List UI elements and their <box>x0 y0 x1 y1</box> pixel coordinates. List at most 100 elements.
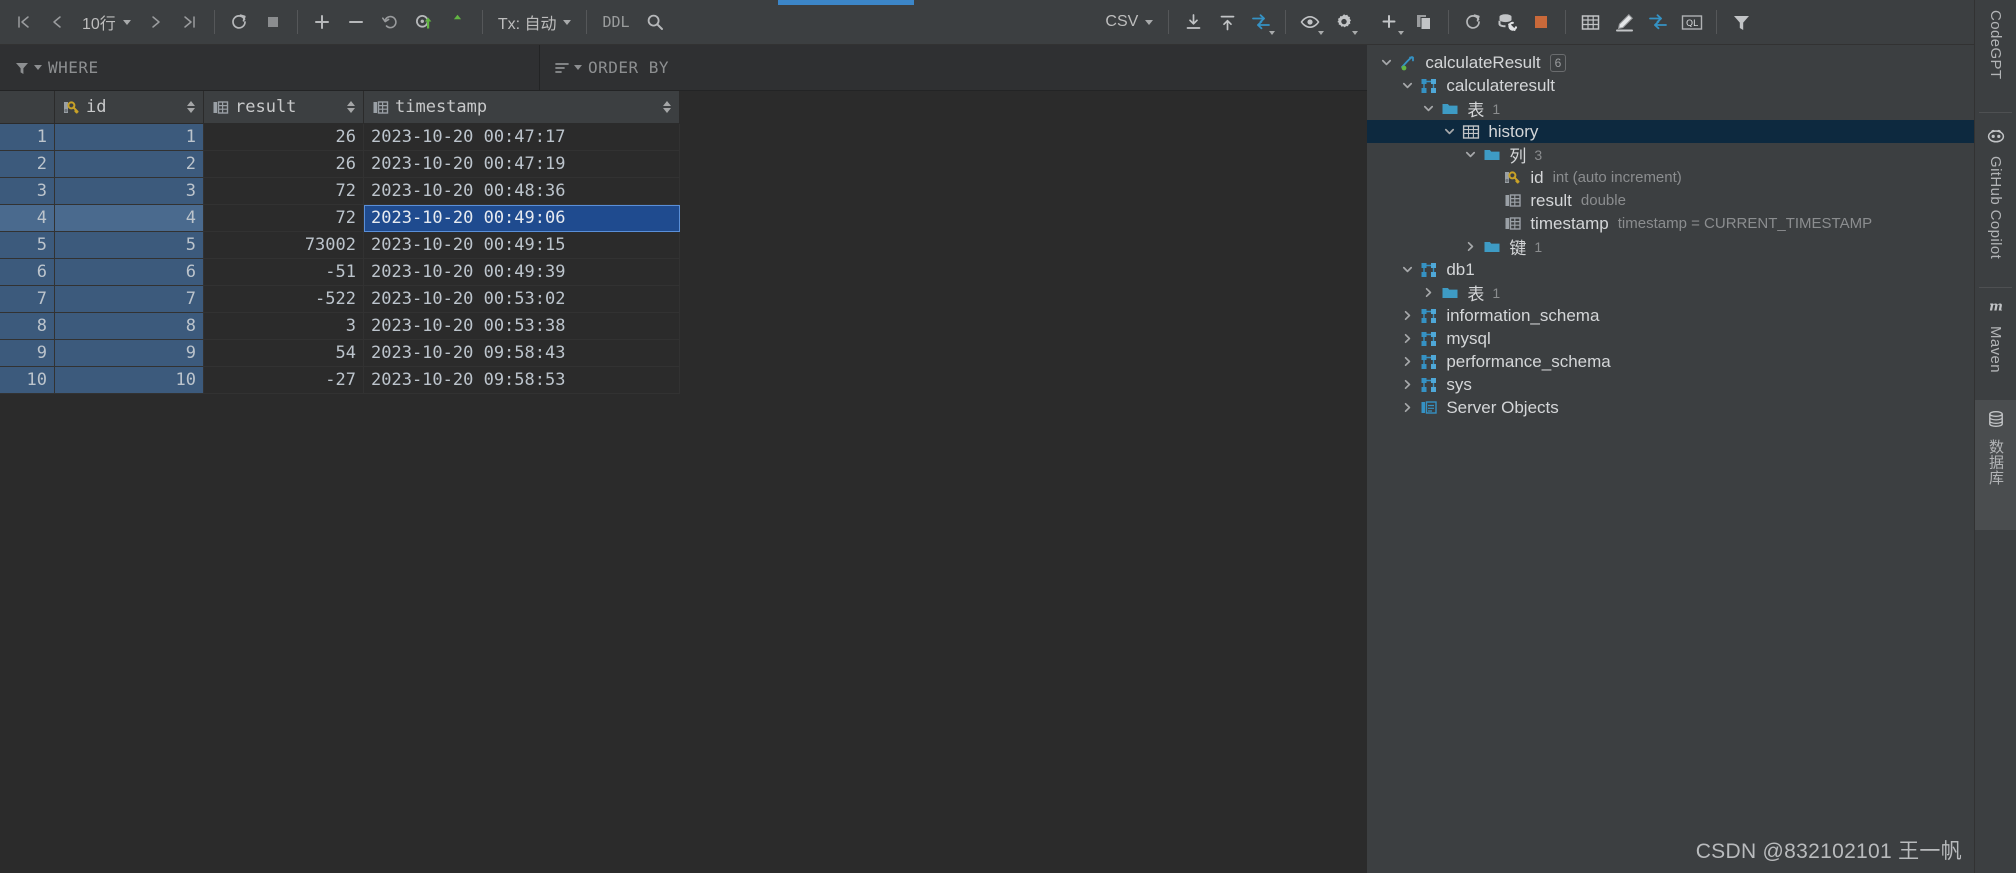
chevron-down-icon[interactable] <box>1459 143 1481 166</box>
table-row[interactable]: 7 7 -522 2023-10-20 00:53:02 <box>0 285 680 313</box>
delete-row-icon[interactable] <box>339 5 373 39</box>
cell-result[interactable]: 26 <box>203 150 364 178</box>
table-row[interactable]: 6 6 -51 2023-10-20 00:49:39 <box>0 258 680 286</box>
chevron-right-icon[interactable] <box>1417 281 1439 304</box>
cell-result[interactable]: 26 <box>203 123 364 151</box>
tree-node-ServerObjects[interactable]: Server Objects <box>1367 396 1974 419</box>
cell-id[interactable]: 7 <box>54 285 204 313</box>
copy-duplicate-icon[interactable] <box>1407 5 1441 39</box>
chevron-down-icon[interactable] <box>1417 97 1439 120</box>
row-number-cell[interactable]: 7 <box>0 285 55 313</box>
table-row[interactable]: 3 3 72 2023-10-20 00:48:36 <box>0 177 680 205</box>
table-row[interactable]: 9 9 54 2023-10-20 09:58:43 <box>0 339 680 367</box>
row-number-cell[interactable]: 1 <box>0 123 55 151</box>
cell-id[interactable]: 4 <box>54 204 204 232</box>
row-number-cell[interactable]: 3 <box>0 177 55 205</box>
table-row[interactable]: 2 2 26 2023-10-20 00:47:19 <box>0 150 680 178</box>
cell-id[interactable]: 8 <box>54 312 204 340</box>
row-number-cell[interactable]: 10 <box>0 366 55 394</box>
tool-window-codegpt[interactable]: CodeGPT <box>1975 0 2016 120</box>
cell-timestamp[interactable]: 2023-10-20 09:58:53 <box>363 366 680 394</box>
cell-result[interactable]: -522 <box>203 285 364 313</box>
column-header-timestamp[interactable]: timestamp <box>363 91 680 124</box>
submit-upload-icon[interactable] <box>441 5 475 39</box>
tree-node-calculateresult[interactable]: calculateresult <box>1367 74 1974 97</box>
tree-node-calculateResult[interactable]: calculateResult 6 <box>1367 51 1974 74</box>
tool-window-maven[interactable]: m Maven <box>1975 287 2016 409</box>
cell-id[interactable]: 9 <box>54 339 204 367</box>
cell-timestamp[interactable]: 2023-10-20 00:49:39 <box>363 258 680 286</box>
cell-result[interactable]: 3 <box>203 312 364 340</box>
tree-node-[interactable]: 键1 <box>1367 235 1974 258</box>
where-filter-input[interactable]: WHERE <box>0 45 540 90</box>
add-row-icon[interactable] <box>305 5 339 39</box>
cell-timestamp[interactable]: 2023-10-20 00:47:19 <box>363 150 680 178</box>
cell-result[interactable]: 72 <box>203 204 364 232</box>
sort-toggle-icon[interactable] <box>663 101 671 113</box>
table-row[interactable]: 4 4 72 2023-10-20 00:49:06 <box>0 204 680 232</box>
tree-node-id[interactable]: id int (auto increment) <box>1367 166 1974 189</box>
ddl-button[interactable]: DDL <box>594 7 637 37</box>
table-row[interactable]: 1 1 26 2023-10-20 00:47:17 <box>0 123 680 151</box>
chevron-right-icon[interactable] <box>1396 304 1418 327</box>
sort-lines-icon[interactable] <box>554 60 582 76</box>
stop-square-icon[interactable] <box>1524 5 1558 39</box>
column-header-result[interactable]: result <box>203 91 364 124</box>
export-download-icon[interactable] <box>1176 5 1210 39</box>
tree-node-timestamp[interactable]: timestamp timestamp = CURRENT_TIMESTAMP <box>1367 212 1974 235</box>
filter-funnel-icon[interactable] <box>14 60 42 76</box>
result-grid[interactable]: id result timestamp 1 1 26 2023-10-20 00… <box>0 91 1368 873</box>
tree-node-sys[interactable]: sys <box>1367 373 1974 396</box>
plus-add-icon[interactable] <box>1373 5 1407 39</box>
data-transfer-icon[interactable] <box>1641 5 1675 39</box>
tree-node-history[interactable]: history <box>1367 120 1975 143</box>
cell-id[interactable]: 5 <box>54 231 204 259</box>
cell-result[interactable]: 72 <box>203 177 364 205</box>
column-header-id[interactable]: id <box>54 91 204 124</box>
cell-id[interactable]: 2 <box>54 150 204 178</box>
page-size-selector[interactable]: 10行 <box>74 7 139 37</box>
tree-node-[interactable]: 表1 <box>1367 97 1974 120</box>
cell-timestamp[interactable]: 2023-10-20 00:49:15 <box>363 231 680 259</box>
chevron-right-icon[interactable] <box>1396 327 1418 350</box>
next-page-icon[interactable] <box>139 5 173 39</box>
transaction-mode-selector[interactable]: Tx: 自动 <box>490 7 580 37</box>
cell-result[interactable]: -51 <box>203 258 364 286</box>
cell-timestamp[interactable]: 2023-10-20 00:53:02 <box>363 285 680 313</box>
cell-result[interactable]: 54 <box>203 339 364 367</box>
cell-timestamp[interactable]: 2023-10-20 09:58:43 <box>363 339 680 367</box>
database-tree[interactable]: calculateResult 6 calculateresult 表 1 history… <box>1367 45 1975 873</box>
cell-id[interactable]: 6 <box>54 258 204 286</box>
commit-icon[interactable] <box>407 5 441 39</box>
tree-node-mysql[interactable]: mysql <box>1367 327 1974 350</box>
chevron-down-icon[interactable] <box>1375 51 1397 74</box>
row-number-cell[interactable]: 8 <box>0 312 55 340</box>
tool-window-数据库[interactable]: 数据库 <box>1975 400 2016 530</box>
tree-node-result[interactable]: result double <box>1367 189 1974 212</box>
revert-icon[interactable] <box>373 5 407 39</box>
ql-console-icon[interactable]: QL <box>1675 5 1709 39</box>
chevron-down-icon[interactable] <box>1396 258 1418 281</box>
chevron-down-icon[interactable] <box>1396 74 1418 97</box>
filter-funnel-icon[interactable] <box>1724 5 1758 39</box>
pencil-edit-icon[interactable] <box>1607 5 1641 39</box>
chevron-right-icon[interactable] <box>1396 396 1418 419</box>
row-number-cell[interactable]: 9 <box>0 339 55 367</box>
cell-id[interactable]: 1 <box>54 123 204 151</box>
table-row[interactable]: 8 8 3 2023-10-20 00:53:38 <box>0 312 680 340</box>
sort-toggle-icon[interactable] <box>347 101 355 113</box>
row-number-cell[interactable]: 5 <box>0 231 55 259</box>
cell-id[interactable]: 3 <box>54 177 204 205</box>
cell-timestamp[interactable]: 2023-10-20 00:47:17 <box>363 123 680 151</box>
table-row[interactable]: 10 10 -27 2023-10-20 09:58:53 <box>0 366 680 394</box>
refresh-icon[interactable] <box>222 5 256 39</box>
table-grid-icon[interactable] <box>1573 5 1607 39</box>
eye-view-icon[interactable] <box>1293 5 1327 39</box>
database-wrench-icon[interactable] <box>1490 5 1524 39</box>
tree-node-db1[interactable]: db1 <box>1367 258 1974 281</box>
table-row[interactable]: 5 5 73002 2023-10-20 00:49:15 <box>0 231 680 259</box>
tree-node-[interactable]: 列3 <box>1367 143 1974 166</box>
cell-timestamp[interactable]: 2023-10-20 00:48:36 <box>363 177 680 205</box>
search-icon[interactable] <box>638 5 672 39</box>
data-transfer-icon[interactable] <box>1244 5 1278 39</box>
